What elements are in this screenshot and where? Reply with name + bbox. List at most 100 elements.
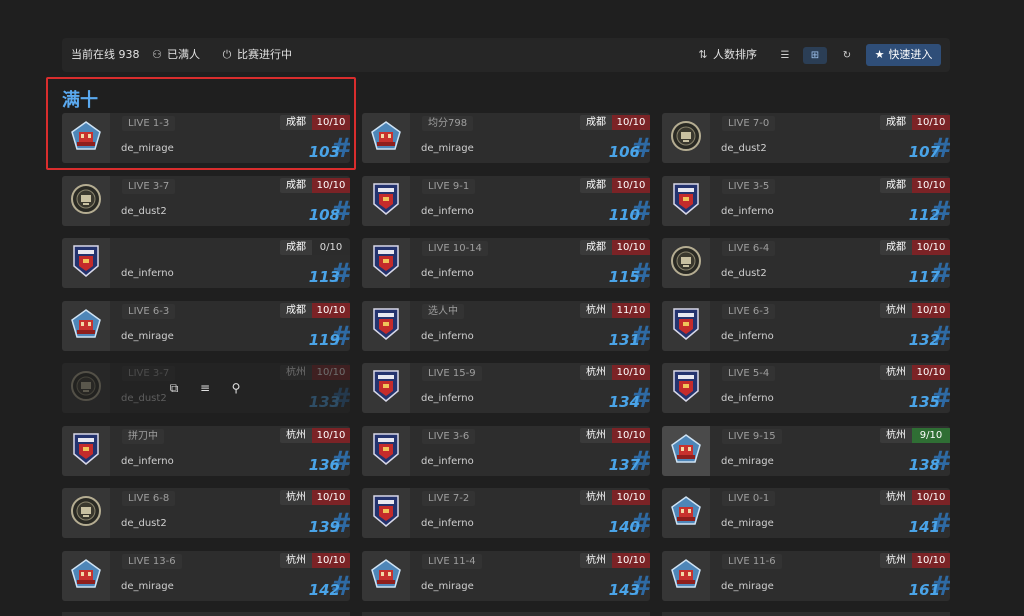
room-card[interactable]: LIVE 15-9 de_inferno 杭州 10/10 #134 [362, 363, 650, 413]
room-card[interactable]: LIVE 6-3 de_inferno 杭州 10/10 #132 [662, 301, 950, 351]
list-icon[interactable]: ≡ [198, 381, 212, 395]
map-name: de_mirage [721, 518, 774, 529]
player-count-badge: 10/10 [912, 240, 950, 255]
room-card[interactable]: LIVE 11-6 de_mirage 杭州 10/10 #161 [662, 551, 950, 601]
refresh-button[interactable]: ↻ [835, 47, 859, 64]
map-thumbnail [62, 551, 110, 601]
map-thumbnail [362, 301, 410, 351]
server-city-badge: 杭州 [280, 490, 312, 505]
room-card[interactable]: LIVE 0-1 de_mirage 杭州 10/10 #141 [662, 488, 950, 538]
map-name: de_inferno [421, 331, 474, 342]
room-card[interactable]: LIVE 6-3 de_mirage 成都 10/10 #119 [62, 301, 350, 351]
sort-label: 人数排序 [713, 48, 757, 61]
server-city-badge: 杭州 [580, 365, 612, 380]
full-filter[interactable]: ⚇ 已满人 [150, 38, 200, 72]
map-name: de_inferno [421, 206, 474, 217]
mirage-emblem-icon [69, 307, 103, 345]
map-name: de_mirage [121, 581, 174, 592]
map-name: de_mirage [121, 331, 174, 342]
player-count-badge: 0/10 [312, 240, 350, 255]
room-number: 103 [308, 143, 340, 161]
room-card[interactable]: LIVE 7-0 de_dust2 成都 10/10 #107 [662, 113, 950, 163]
quick-join-button[interactable]: ★ 快速进入 [866, 44, 941, 66]
room-status-tag: LIVE 3-6 [422, 429, 476, 444]
map-thumbnail [362, 551, 410, 601]
map-thumbnail [362, 363, 410, 413]
room-number: 133 [308, 393, 340, 411]
room-card[interactable]: LIVE 7-2 de_inferno 杭州 10/10 #140 [362, 488, 650, 538]
player-count-badge: 10/10 [612, 115, 650, 130]
room-status-tag: LIVE 6-3 [722, 304, 776, 319]
map-thumbnail [362, 488, 410, 538]
next-row-card [662, 612, 950, 616]
room-card[interactable]: de_inferno 成都 0/10 #113 [62, 238, 350, 288]
sort-button[interactable]: ⇅ 人数排序 [696, 38, 757, 72]
room-number: 135 [908, 393, 940, 411]
map-name: de_mirage [421, 143, 474, 154]
room-status-tag: LIVE 3-5 [722, 179, 776, 194]
room-card[interactable]: LIVE 6-4 de_dust2 成都 10/10 #117 [662, 238, 950, 288]
link-icon[interactable]: ⚲ [229, 381, 243, 395]
player-count-badge: 10/10 [912, 553, 950, 568]
room-number: 143 [608, 581, 640, 599]
server-city-badge: 杭州 [880, 553, 912, 568]
room-card[interactable]: LIVE 9-1 de_inferno 成都 10/10 #110 [362, 176, 650, 226]
copy-icon[interactable]: ⧉ [167, 381, 181, 395]
inferno-emblem-icon [372, 244, 400, 282]
room-number: 141 [908, 518, 940, 536]
list-view-icon: ☰ [780, 50, 790, 61]
room-card[interactable]: LIVE 13-6 de_mirage 杭州 10/10 #142 [62, 551, 350, 601]
player-count-badge: 10/10 [612, 490, 650, 505]
player-count-badge: 10/10 [612, 553, 650, 568]
list-view-toggle[interactable]: ☰ [773, 47, 797, 64]
map-name: de_dust2 [121, 206, 167, 217]
room-card[interactable]: LIVE 11-4 de_mirage 杭州 10/10 #143 [362, 551, 650, 601]
room-number: 137 [608, 456, 640, 474]
room-card[interactable]: LIVE 6-8 de_dust2 杭州 10/10 #139 [62, 488, 350, 538]
map-thumbnail [62, 113, 110, 163]
map-name: de_mirage [421, 581, 474, 592]
room-card[interactable]: LIVE 3-5 de_inferno 成都 10/10 #112 [662, 176, 950, 226]
room-card[interactable]: 拼刀中 de_inferno 杭州 10/10 #136 [62, 426, 350, 476]
player-count-badge: 10/10 [612, 365, 650, 380]
group-title: 满十 [62, 90, 98, 111]
room-card[interactable]: LIVE 3-7 de_dust2 成都 10/10 #108 [62, 176, 350, 226]
room-card[interactable]: LIVE 3-6 de_inferno 杭州 10/10 #137 [362, 426, 650, 476]
quick-join-label: 快速进入 [888, 48, 933, 61]
map-name: de_mirage [121, 143, 174, 154]
player-count-badge: 9/10 [912, 428, 950, 443]
room-card[interactable]: 选人中 de_inferno 杭州 11/10 #131 [362, 301, 650, 351]
server-city-badge: 杭州 [580, 553, 612, 568]
server-city-badge: 成都 [280, 115, 312, 130]
player-count-badge: 10/10 [612, 240, 650, 255]
grid-view-toggle[interactable]: ⊞ [803, 47, 827, 64]
power-icon: ⏻ [222, 48, 232, 61]
room-status-tag: LIVE 0-1 [722, 491, 776, 506]
room-card[interactable]: LIVE 5-4 de_inferno 杭州 10/10 #135 [662, 363, 950, 413]
server-city-badge: 成都 [580, 240, 612, 255]
room-card[interactable]: LIVE 9-15 de_mirage 杭州 9/10 #138 [662, 426, 950, 476]
mirage-emblem-icon [669, 557, 703, 595]
inferno-emblem-icon [672, 182, 700, 220]
server-city-badge: 杭州 [880, 365, 912, 380]
server-city-badge: 杭州 [880, 428, 912, 443]
next-row-card [362, 612, 650, 616]
room-card[interactable]: 均分798 de_mirage 成都 10/10 #106 [362, 113, 650, 163]
map-thumbnail [62, 488, 110, 538]
inferno-emblem-icon [672, 307, 700, 345]
server-city-badge: 成都 [880, 115, 912, 130]
room-status-tag: 拼刀中 [122, 429, 164, 444]
map-thumbnail [662, 113, 710, 163]
room-card[interactable]: LIVE 10-14 de_inferno 成都 10/10 #115 [362, 238, 650, 288]
room-card[interactable]: LIVE 1-3 de_mirage 成都 10/10 #103 [62, 113, 350, 163]
server-city-badge: 杭州 [580, 303, 612, 318]
in-progress-label: 比赛进行中 [237, 48, 292, 61]
room-number: 131 [608, 331, 640, 349]
room-number: 115 [608, 268, 640, 286]
users-icon: ⚇ [152, 48, 162, 61]
in-progress-filter[interactable]: ⏻ 比赛进行中 [220, 38, 292, 72]
map-thumbnail [362, 238, 410, 288]
room-status-tag: LIVE 3-7 [122, 366, 176, 381]
room-status-tag: LIVE 9-1 [422, 179, 476, 194]
server-city-badge: 杭州 [880, 303, 912, 318]
